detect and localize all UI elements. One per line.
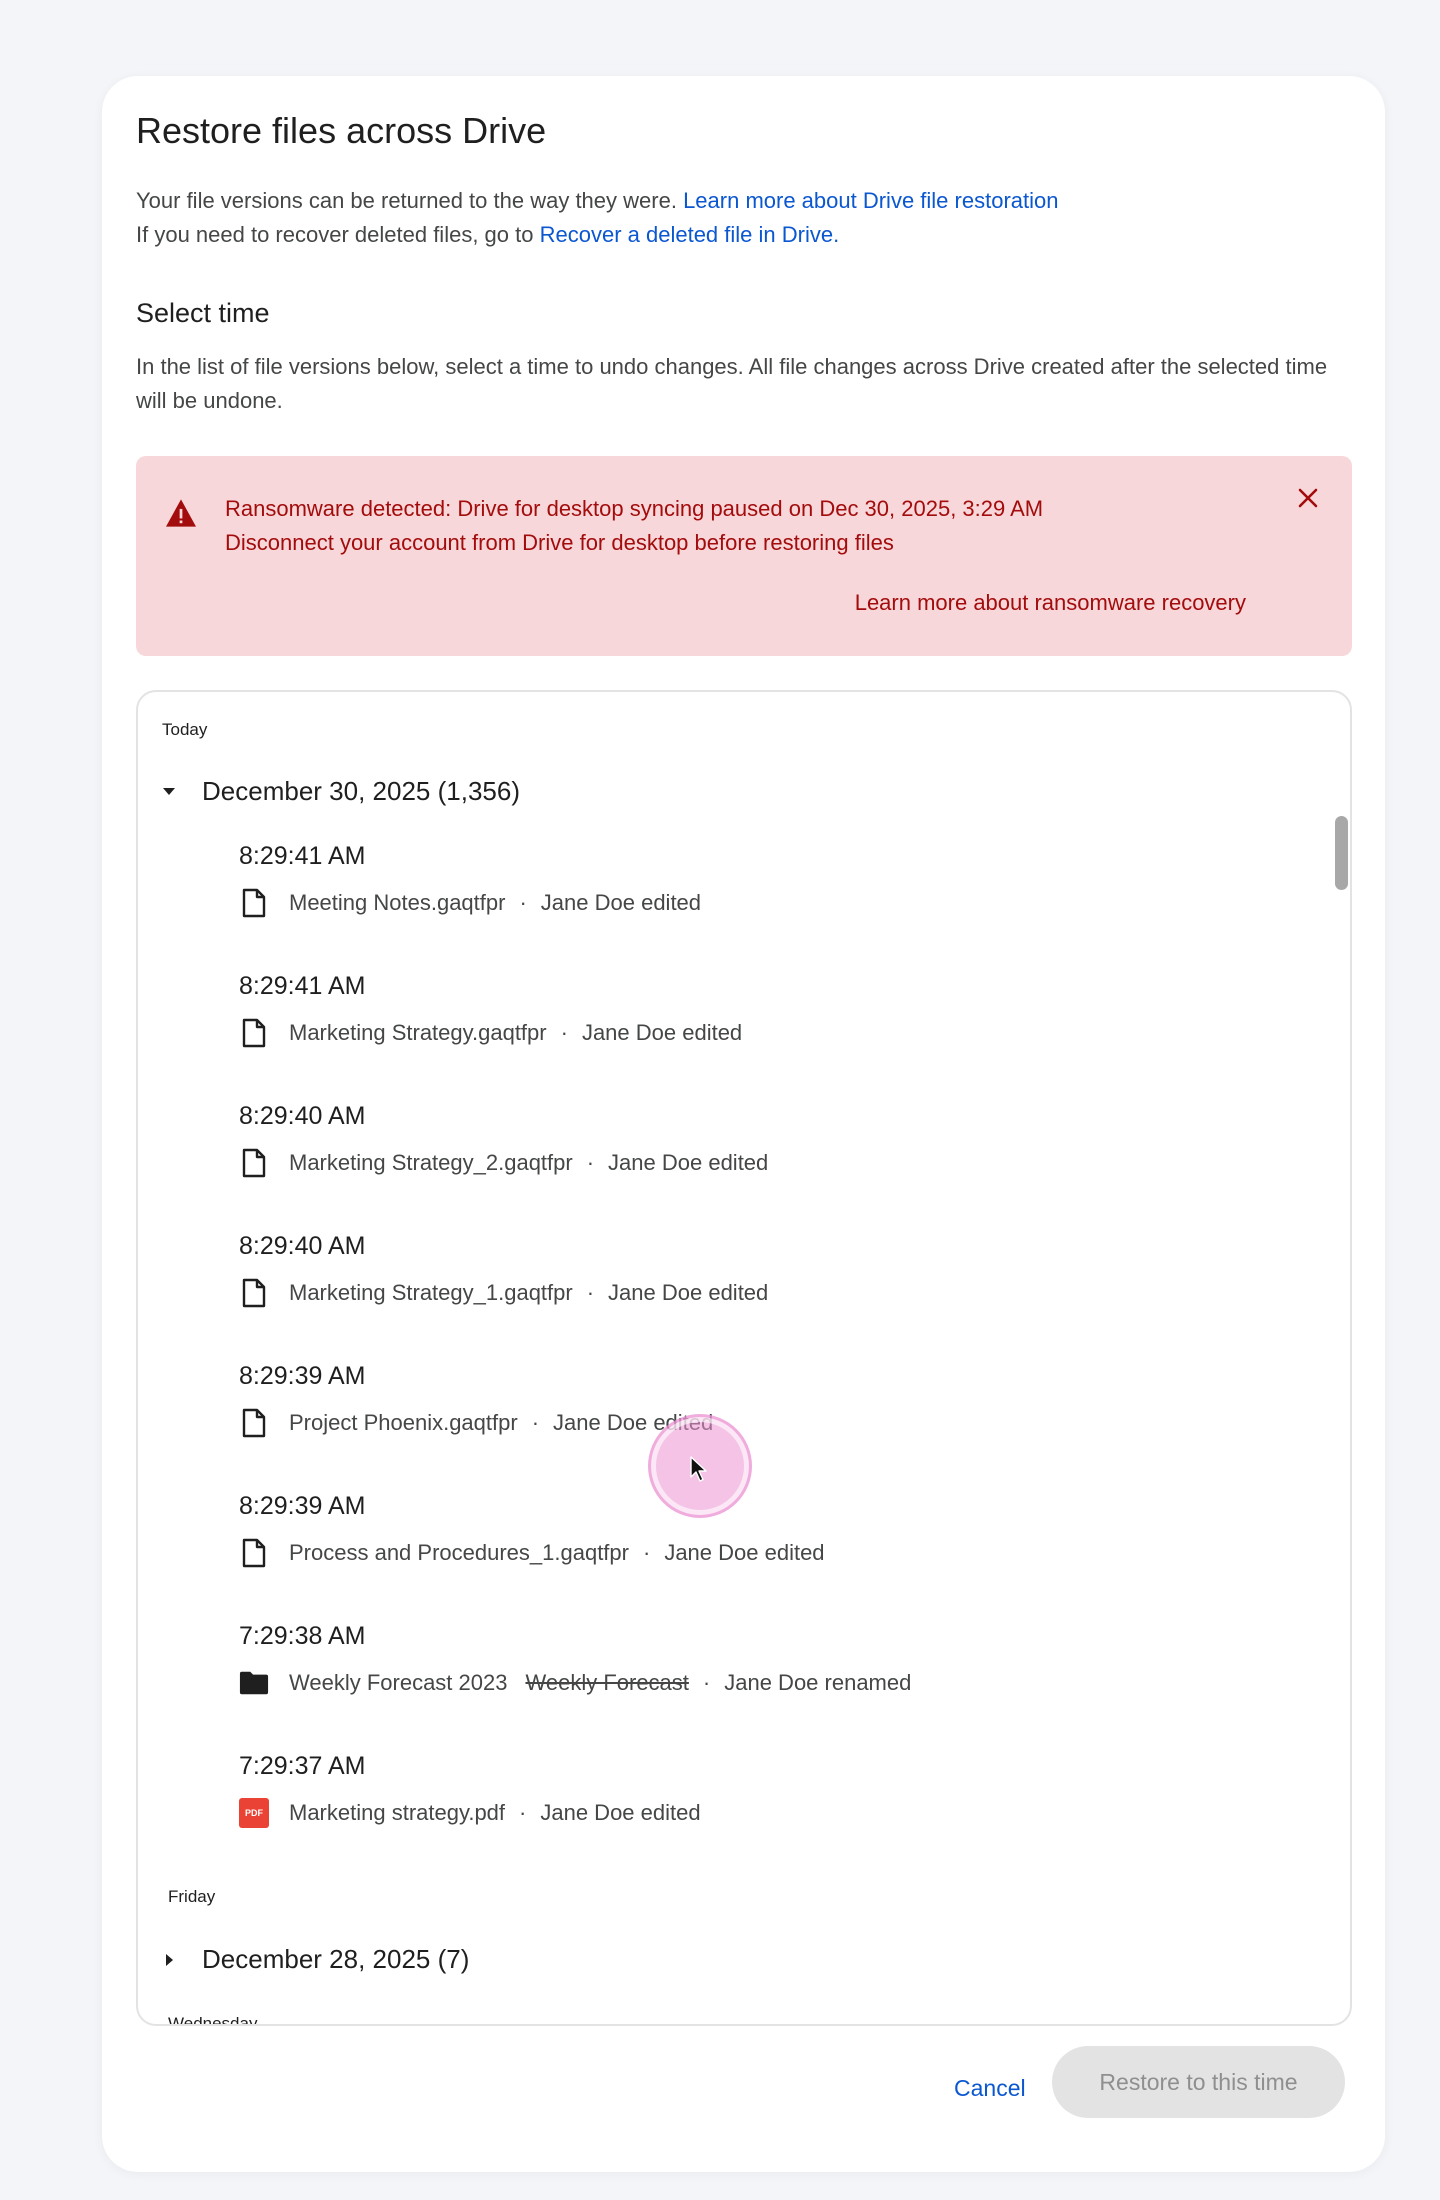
file-action: Jane Doe renamed (724, 1670, 912, 1695)
file-action: Jane Doe edited (608, 1280, 769, 1305)
version-time: 8:29:40 AM (239, 1102, 366, 1130)
version-entry[interactable]: 7:29:37 AM PDF Marketing strategy.pdf · … (239, 1752, 701, 1829)
old-file-name: Weekly Forecast (525, 1670, 689, 1695)
version-time: 7:29:37 AM (239, 1752, 366, 1780)
file-icon (239, 1277, 269, 1309)
version-file: Marketing Strategy_2.gaqtfpr · Jane Doe … (239, 1147, 768, 1179)
restore-button[interactable]: Restore to this time (1052, 2046, 1345, 2118)
separator-dot: · (702, 1670, 711, 1695)
date-group-label: December 30, 2025 (1,356) (202, 776, 520, 806)
version-entry[interactable]: 8:29:41 AM Marketing Strategy.gaqtfpr · … (239, 972, 742, 1049)
file-name: Marketing Strategy_2.gaqtfpr (289, 1150, 573, 1175)
list-scrollbar[interactable] (1335, 816, 1348, 890)
pdf-icon: PDF (239, 1797, 269, 1829)
separator-dot: · (560, 1020, 568, 1045)
day-label-wednesday: Wednesday (168, 2014, 258, 2026)
collapse-arrow-icon (163, 787, 175, 795)
version-file: Marketing Strategy.gaqtfpr · Jane Doe ed… (239, 1017, 742, 1049)
separator-dot: · (531, 1410, 540, 1435)
close-icon (1298, 488, 1318, 508)
select-time-title: Select time (136, 298, 270, 328)
file-name: Process and Procedures_1.gaqtfpr (289, 1540, 629, 1565)
version-time: 8:29:39 AM (239, 1362, 366, 1390)
cancel-button[interactable]: Cancel (930, 2054, 1050, 2122)
alert-close-button[interactable] (1290, 480, 1326, 516)
version-entry[interactable]: 8:29:39 AM Process and Procedures_1.gaqt… (239, 1492, 825, 1569)
separator-dot: · (642, 1540, 651, 1565)
ransomware-recovery-link[interactable]: Learn more about ransomware recovery (855, 590, 1246, 616)
file-action: Jane Doe edited (581, 1020, 743, 1045)
file-name: Marketing Strategy_1.gaqtfpr (289, 1280, 573, 1305)
recover-deleted-file-link[interactable]: Recover a deleted file in Drive. (540, 222, 840, 247)
version-file: Project Phoenix.gaqtfpr · Jane Doe edite… (239, 1407, 713, 1439)
file-icon (239, 887, 269, 919)
ransomware-alert: Ransomware detected: Drive for desktop s… (136, 456, 1352, 656)
separator-dot: · (519, 890, 527, 915)
version-entry[interactable]: 8:29:41 AM Meeting Notes.gaqtfpr · Jane … (239, 842, 701, 919)
version-file: Meeting Notes.gaqtfpr · Jane Doe edited (239, 887, 701, 919)
version-entry[interactable]: 8:29:40 AM Marketing Strategy_1.gaqtfpr … (239, 1232, 768, 1309)
version-file: Weekly Forecast 2023 Weekly Forecast · J… (239, 1667, 911, 1699)
file-versions-list[interactable]: Today December 30, 2025 (1,356) 8:29:41 … (136, 690, 1352, 2026)
alert-subtitle: Disconnect your account from Drive for d… (225, 530, 894, 555)
version-file: Marketing Strategy_1.gaqtfpr · Jane Doe … (239, 1277, 768, 1309)
file-name: Marketing strategy.pdf (289, 1800, 506, 1825)
desc-line2-text: If you need to recover deleted files, go… (136, 222, 534, 247)
pdf-icon-label: PDF (239, 1798, 269, 1828)
version-time: 8:29:41 AM (239, 842, 366, 870)
select-time-description: In the list of file versions below, sele… (136, 354, 1328, 413)
folder-icon (239, 1667, 269, 1699)
version-file: Process and Procedures_1.gaqtfpr · Jane … (239, 1537, 825, 1569)
file-action: Jane Doe edited (540, 1800, 701, 1825)
version-time: 8:29:40 AM (239, 1232, 366, 1260)
separator-dot: · (586, 1150, 595, 1175)
file-name: Meeting Notes.gaqtfpr (289, 890, 506, 915)
separator-dot: · (586, 1280, 595, 1305)
version-entry[interactable]: 8:29:40 AM Marketing Strategy_2.gaqtfpr … (239, 1102, 768, 1179)
file-action: Jane Doe edited (664, 1540, 825, 1565)
file-name: Weekly Forecast 2023 (289, 1670, 508, 1695)
version-entry[interactable]: 8:29:39 AM Project Phoenix.gaqtfpr · Jan… (239, 1362, 713, 1439)
separator-dot: · (519, 1800, 527, 1825)
restore-dialog: Restore files across Drive Your file ver… (102, 76, 1385, 2172)
date-group-label: December 28, 2025 (7) (202, 1944, 470, 1974)
day-label-today: Today (162, 720, 208, 739)
day-label-friday: Friday (168, 1887, 216, 1906)
alert-title: Ransomware detected: Drive for desktop s… (225, 496, 1044, 521)
file-icon (239, 1017, 269, 1049)
dialog-description: Your file versions can be returned to th… (136, 184, 1058, 252)
version-time: 7:29:38 AM (239, 1622, 366, 1650)
version-entry[interactable]: 7:29:38 AM Weekly Forecast 2023 Weekly F… (239, 1622, 911, 1699)
file-icon (239, 1147, 269, 1179)
learn-more-restoration-link[interactable]: Learn more about Drive file restoration (683, 188, 1058, 213)
warning-icon (166, 499, 196, 527)
file-name: Marketing Strategy.gaqtfpr (289, 1020, 547, 1045)
date-group-dec-28[interactable]: December 28, 2025 (7) (162, 1944, 469, 1975)
date-group-dec-30[interactable]: December 30, 2025 (1,356) (162, 776, 520, 807)
expand-arrow-icon (166, 1953, 173, 1966)
file-icon (239, 1407, 269, 1439)
file-name: Project Phoenix.gaqtfpr (289, 1410, 518, 1435)
dialog-title: Restore files across Drive (136, 110, 547, 151)
desc-line1-text: Your file versions can be returned to th… (136, 188, 677, 213)
file-action: Jane Doe edited (540, 890, 702, 915)
file-icon (239, 1537, 269, 1569)
version-file: PDF Marketing strategy.pdf · Jane Doe ed… (239, 1797, 701, 1829)
file-action: Jane Doe edited (608, 1150, 769, 1175)
mouse-cursor-icon (690, 1456, 707, 1482)
version-time: 8:29:41 AM (239, 972, 366, 1000)
